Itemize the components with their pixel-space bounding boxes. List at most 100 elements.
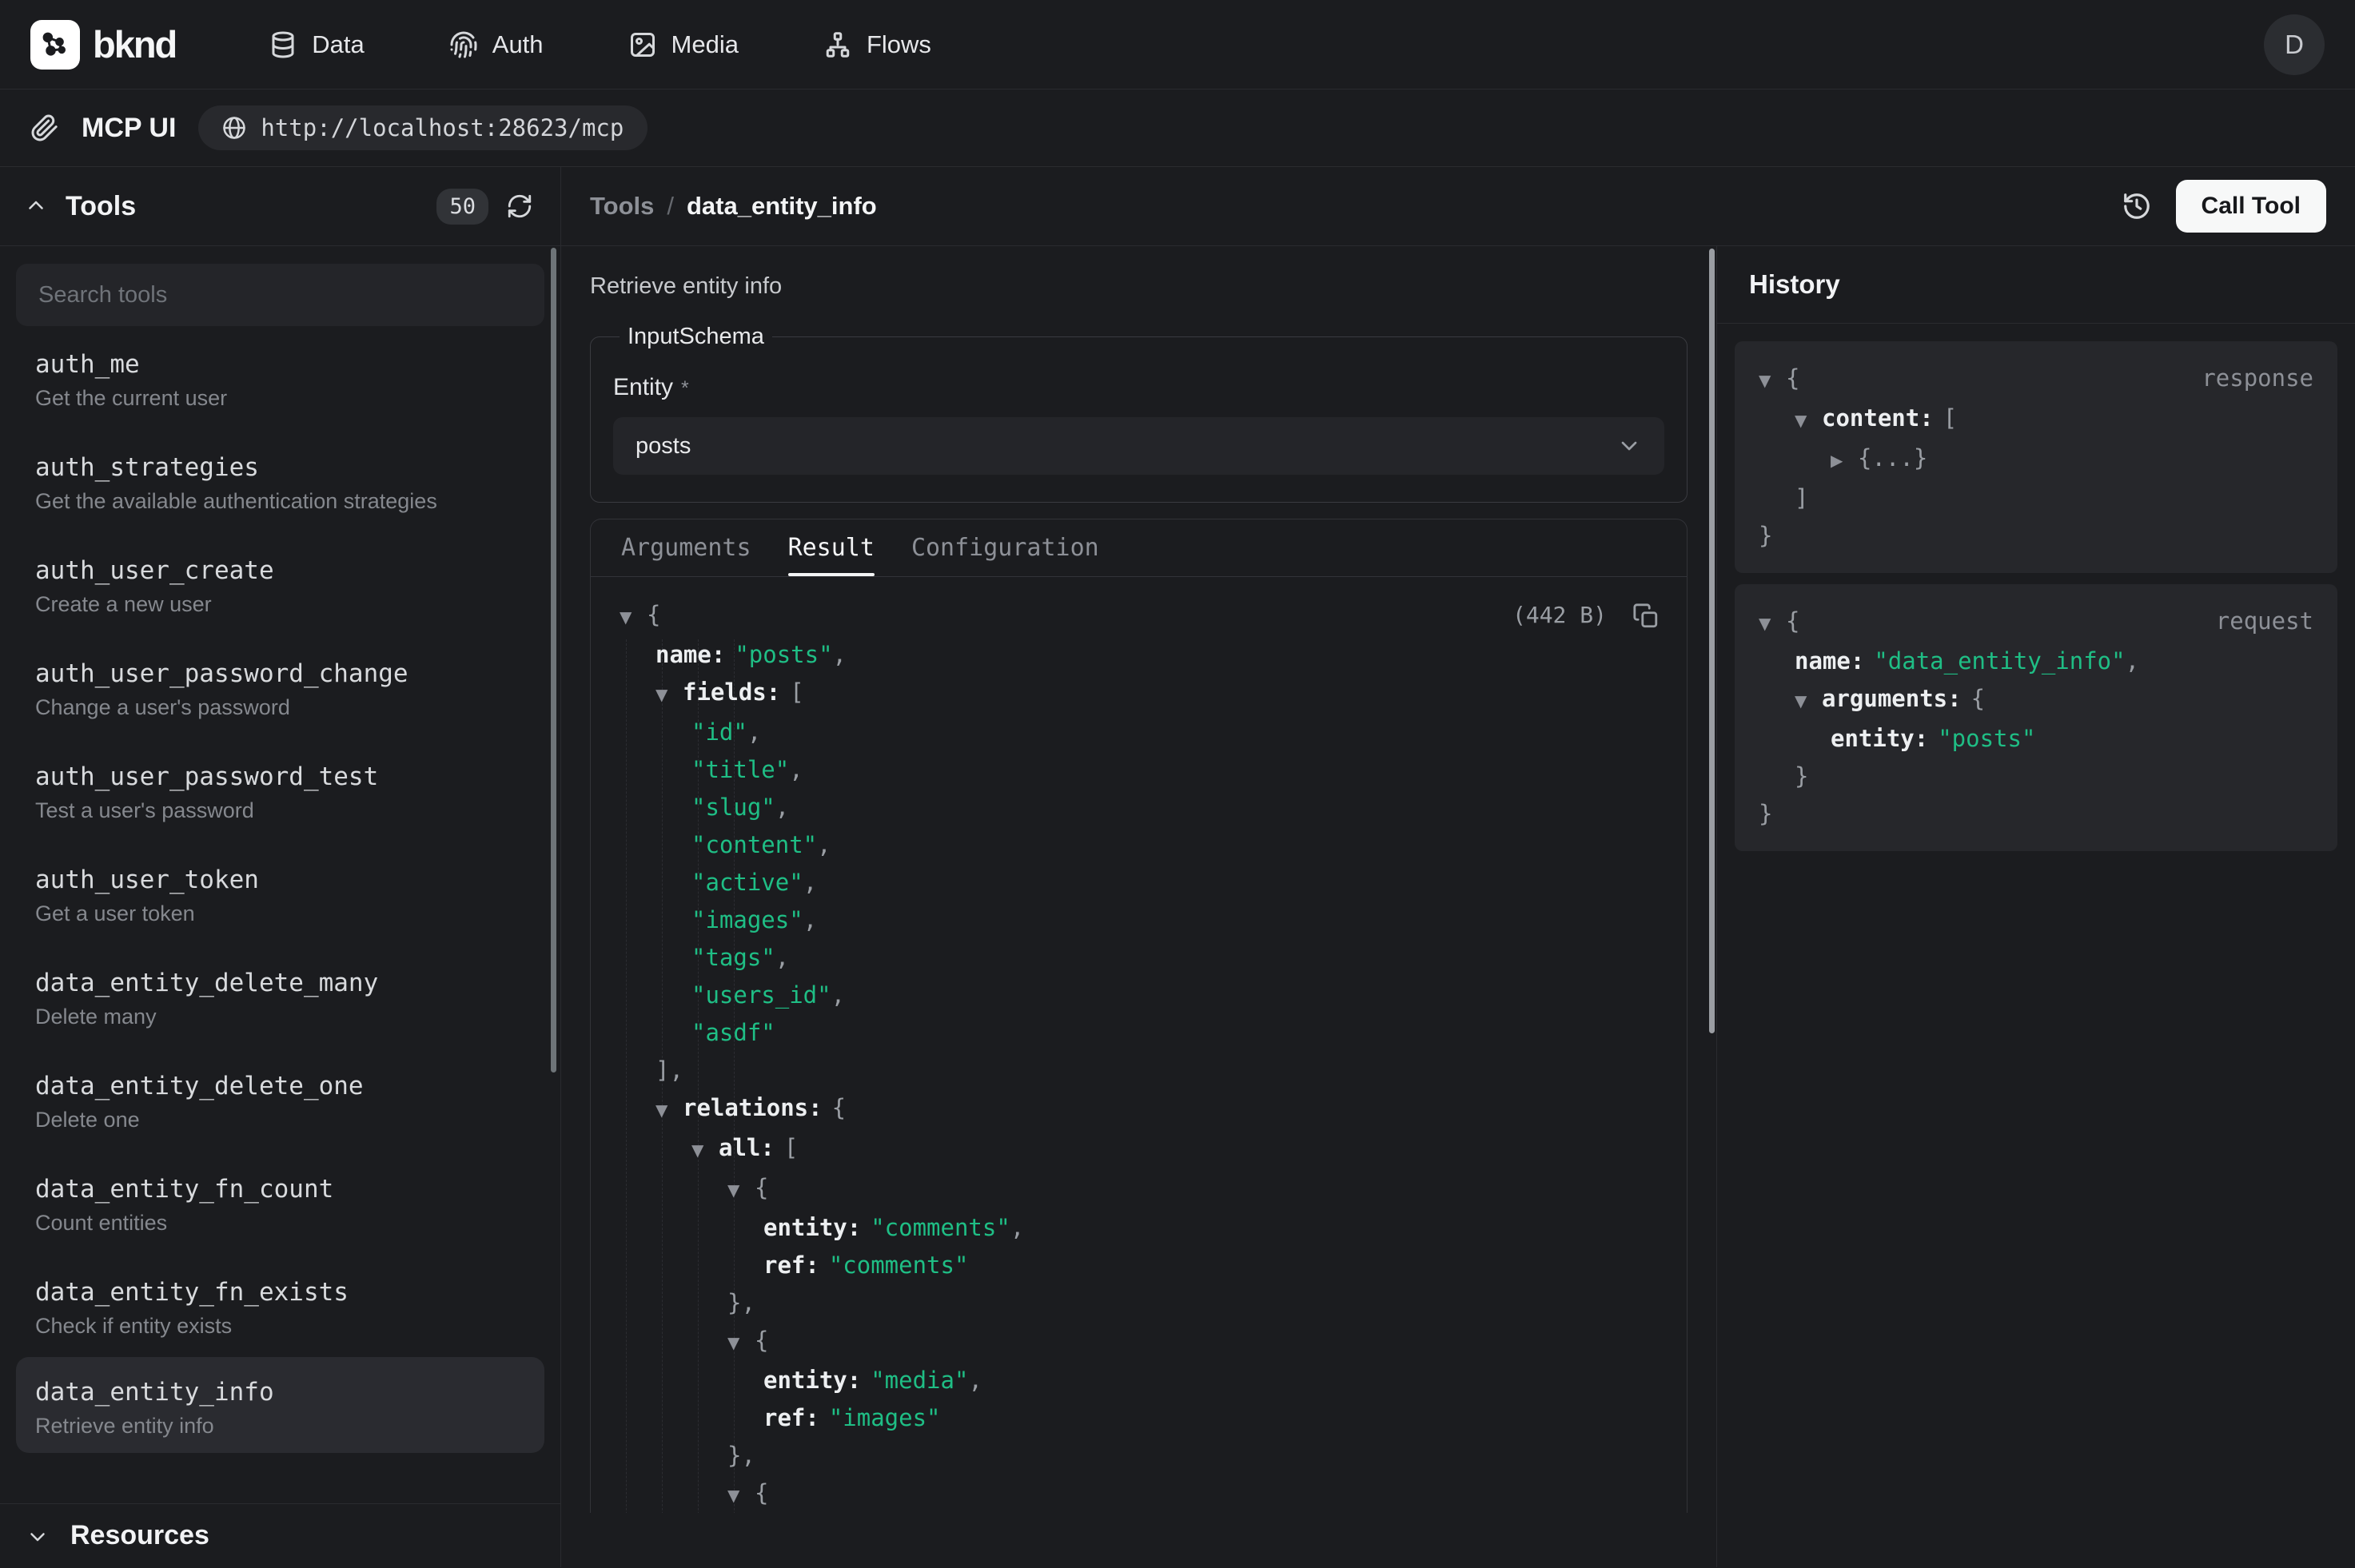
json-line: name:"data_entity_info", bbox=[1759, 643, 2313, 680]
tool-list-item-auth_user_create[interactable]: auth_user_create Create a new user bbox=[16, 532, 544, 635]
expand-arrow-icon[interactable]: ▼ bbox=[655, 1092, 683, 1129]
avatar-initial: D bbox=[2285, 30, 2304, 60]
main-scrollbar[interactable] bbox=[1709, 249, 1715, 1033]
globe-icon bbox=[222, 116, 246, 140]
tool-list-item-auth_strategies[interactable]: auth_strategies Get the available authen… bbox=[16, 429, 544, 532]
expand-arrow-icon[interactable]: ▼ bbox=[1795, 402, 1822, 440]
tool-name: data_entity_info bbox=[35, 1378, 525, 1407]
tab-arguments[interactable]: Arguments bbox=[621, 519, 751, 576]
tool-list-item-auth_user_password_change[interactable]: auth_user_password_change Change a user'… bbox=[16, 635, 544, 738]
nav-label: Flows bbox=[867, 30, 931, 59]
refresh-icon[interactable] bbox=[506, 193, 533, 220]
expand-arrow-icon[interactable]: ▼ bbox=[1759, 605, 1786, 643]
tools-list: auth_me Get the current user auth_strate… bbox=[0, 246, 560, 1503]
link-icon bbox=[30, 113, 59, 142]
tool-name: data_entity_fn_count bbox=[35, 1175, 525, 1204]
nav-item-auth[interactable]: Auth bbox=[449, 30, 544, 59]
tool-description: Delete one bbox=[35, 1108, 525, 1132]
tool-list-item-data_entity_fn_count[interactable]: data_entity_fn_count Count entities bbox=[16, 1151, 544, 1254]
app-logo[interactable]: bknd bbox=[30, 20, 176, 70]
tool-list-item-auth_user_token[interactable]: auth_user_token Get a user token bbox=[16, 842, 544, 945]
tab-result[interactable]: Result bbox=[788, 519, 875, 576]
tabs: Arguments Result Configuration bbox=[591, 519, 1687, 577]
tool-name: auth_me bbox=[35, 350, 525, 379]
json-line: "slug", bbox=[620, 789, 1658, 826]
mcp-url-pill[interactable]: http://localhost:28623/mcp bbox=[198, 105, 648, 150]
mcp-url: http://localhost:28623/mcp bbox=[261, 114, 624, 141]
json-line: "users_id", bbox=[620, 977, 1658, 1014]
header-actions: Call Tool bbox=[2122, 180, 2326, 233]
tool-list-item-data_entity_delete_one[interactable]: data_entity_delete_one Delete one bbox=[16, 1048, 544, 1151]
chevron-down-icon bbox=[26, 1524, 50, 1548]
image-icon bbox=[628, 30, 657, 59]
input-schema-fieldset: InputSchema Entity* posts bbox=[590, 324, 1688, 503]
result-json-viewer: (442 B) ▼{name:"posts",▼fields:["id","ti… bbox=[591, 577, 1687, 1513]
tool-description: Get a user token bbox=[35, 901, 525, 925]
history-entry-request[interactable]: request ▼{name:"data_entity_info",▼argum… bbox=[1735, 584, 2337, 851]
json-line: entity:"media", bbox=[620, 1362, 1658, 1399]
topbar: bknd Data Auth bbox=[0, 0, 2355, 90]
json-line: ▼relations:{ bbox=[620, 1089, 1658, 1129]
tool-list-item-auth_user_password_test[interactable]: auth_user_password_test Test a user's pa… bbox=[16, 738, 544, 842]
tool-name: data_entity_fn_exists bbox=[35, 1278, 525, 1307]
json-line: "asdf" bbox=[620, 1014, 1658, 1052]
expand-arrow-icon[interactable]: ▼ bbox=[655, 676, 683, 714]
history-clock-icon[interactable] bbox=[2122, 191, 2152, 221]
json-line: "title", bbox=[620, 751, 1658, 789]
json-line: ▶{...} bbox=[1759, 440, 2313, 480]
tool-list-item-data_entity_info[interactable]: data_entity_info Retrieve entity info bbox=[16, 1357, 544, 1453]
call-tool-button[interactable]: Call Tool bbox=[2176, 180, 2326, 233]
nav-item-media[interactable]: Media bbox=[628, 30, 739, 59]
tool-description: Delete many bbox=[35, 1005, 525, 1029]
search-input[interactable] bbox=[16, 264, 544, 326]
body-row: Retrieve entity info InputSchema Entity*… bbox=[561, 246, 2355, 1567]
nav-item-flows[interactable]: Flows bbox=[823, 30, 931, 59]
history-entries: response ▼{▼content:[▶{...}]} request ▼{… bbox=[1717, 324, 2355, 869]
json-line: "id", bbox=[620, 714, 1658, 751]
resources-title: Resources bbox=[70, 1520, 209, 1551]
tool-list-item-data_entity_delete_many[interactable]: data_entity_delete_many Delete many bbox=[16, 945, 544, 1048]
history-entry-json: ▼{▼content:[▶{...}]} bbox=[1759, 360, 2313, 555]
json-line: ref:"comments" bbox=[620, 1247, 1658, 1284]
json-line: ▼all:[ bbox=[620, 1129, 1658, 1169]
json-line: ref:"images" bbox=[620, 1399, 1658, 1437]
nav-label: Auth bbox=[492, 30, 544, 59]
expand-arrow-icon[interactable]: ▼ bbox=[1759, 362, 1786, 400]
history-entry-response[interactable]: response ▼{▼content:[▶{...}]} bbox=[1735, 341, 2337, 573]
tool-description: Retrieve entity info bbox=[590, 273, 1688, 300]
user-avatar[interactable]: D bbox=[2264, 14, 2325, 75]
json-line: "content", bbox=[620, 826, 1658, 864]
sidebar-scrollbar[interactable] bbox=[551, 248, 556, 1073]
result-size: (442 B) bbox=[1512, 596, 1607, 634]
tool-list-item-auth_me[interactable]: auth_me Get the current user bbox=[16, 326, 544, 429]
entity-select[interactable]: posts bbox=[613, 417, 1664, 475]
json-line: ▼{ bbox=[620, 1474, 1658, 1513]
expand-arrow-icon[interactable]: ▼ bbox=[727, 1172, 755, 1209]
tools-count-badge: 50 bbox=[436, 189, 488, 225]
result-card: Arguments Result Configuration (442 B) bbox=[590, 519, 1688, 1513]
copy-icon[interactable] bbox=[1632, 603, 1660, 630]
entity-select-value: posts bbox=[636, 433, 691, 460]
expand-arrow-icon[interactable]: ▼ bbox=[620, 599, 647, 636]
json-line: ▼{ bbox=[620, 596, 1658, 636]
tool-name: auth_user_password_change bbox=[35, 659, 525, 688]
expand-arrow-icon[interactable]: ▼ bbox=[1795, 683, 1822, 720]
breadcrumb-section[interactable]: Tools bbox=[590, 192, 654, 221]
expand-arrow-icon[interactable]: ▼ bbox=[727, 1477, 755, 1513]
resources-section-header[interactable]: Resources bbox=[0, 1503, 560, 1567]
mcp-ui-title: MCP UI bbox=[82, 113, 176, 144]
json-line: } bbox=[1759, 517, 2313, 555]
json-line: }, bbox=[620, 1284, 1658, 1322]
tab-configuration[interactable]: Configuration bbox=[911, 519, 1099, 576]
json-line: "active", bbox=[620, 864, 1658, 901]
history-entry-json: ▼{name:"data_entity_info",▼arguments:{en… bbox=[1759, 603, 2313, 833]
json-line: ▼{ bbox=[620, 1169, 1658, 1209]
expand-arrow-icon[interactable]: ▼ bbox=[727, 1324, 755, 1362]
tool-name: data_entity_delete_one bbox=[35, 1072, 525, 1100]
collapsed-arrow-icon[interactable]: ▶ bbox=[1831, 442, 1858, 480]
expand-arrow-icon[interactable]: ▼ bbox=[691, 1132, 719, 1169]
tool-list-item-data_entity_fn_exists[interactable]: data_entity_fn_exists Check if entity ex… bbox=[16, 1254, 544, 1357]
json-line: } bbox=[1759, 795, 2313, 833]
nav-item-data[interactable]: Data bbox=[269, 30, 364, 59]
tools-section-header[interactable]: Tools 50 bbox=[0, 167, 560, 246]
